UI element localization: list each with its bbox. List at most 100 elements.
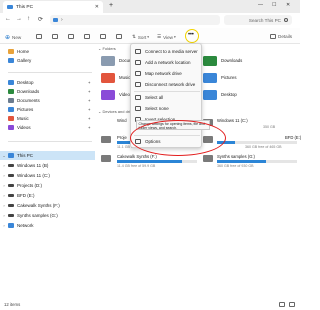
sidebar-item-pictures[interactable]: Pictures ✦ bbox=[0, 105, 95, 114]
network-location-icon bbox=[135, 60, 141, 65]
drive-usage-bar bbox=[117, 160, 197, 163]
details-button[interactable]: Details bbox=[270, 34, 292, 39]
this-pc-icon bbox=[53, 18, 58, 22]
menu-item-select-all[interactable]: Select all bbox=[131, 93, 203, 102]
drive-icon[interactable] bbox=[203, 155, 213, 162]
address-bar[interactable]: › bbox=[50, 15, 220, 25]
chevron-down-icon: ▾ bbox=[147, 35, 150, 39]
drive-label[interactable]: Windows 11 (C:) bbox=[217, 118, 248, 123]
sidebar-item-drive-g[interactable]: › Synths samples (G:) bbox=[0, 211, 95, 220]
drive-free-space: 360 GB free of 930 GB bbox=[217, 164, 254, 168]
drive-label[interactable]: Proje bbox=[117, 135, 127, 140]
menu-item-disconnect-network-drive[interactable]: Disconnect network drive bbox=[131, 80, 203, 89]
chevron-down-icon[interactable]: ⌄ bbox=[0, 153, 8, 158]
details-label: Details bbox=[278, 34, 293, 39]
sidebar-item-desktop[interactable]: Desktop ✦ bbox=[0, 78, 95, 87]
drive-icon bbox=[8, 184, 14, 187]
sidebar-item-label: Downloads bbox=[17, 89, 40, 94]
menu-item-add-network-location[interactable]: Add a network location bbox=[131, 58, 203, 67]
drive-icon[interactable] bbox=[101, 136, 111, 143]
up-button[interactable]: ↑ bbox=[27, 16, 30, 22]
folder-label[interactable]: Downloads bbox=[221, 58, 242, 63]
drive-label[interactable]: Wind bbox=[117, 118, 127, 123]
sidebar-item-drive-d[interactable]: › Projects (D:) bbox=[0, 181, 95, 190]
sidebar-item-network[interactable]: › Network bbox=[0, 221, 95, 230]
sidebar-item-drive-f[interactable]: › Cakewalk Synths (F:) bbox=[0, 201, 95, 210]
this-pc-icon bbox=[8, 153, 14, 158]
drive-icon bbox=[8, 214, 14, 217]
chevron-right-icon[interactable]: › bbox=[0, 173, 8, 178]
copy-icon[interactable] bbox=[52, 34, 58, 39]
minimize-button[interactable]: — bbox=[258, 2, 263, 8]
pin-icon[interactable]: ✦ bbox=[88, 107, 91, 112]
share-icon[interactable] bbox=[100, 34, 106, 39]
pin-icon[interactable]: ✦ bbox=[88, 98, 91, 103]
sidebar-item-this-pc[interactable]: ⌄ This PC bbox=[0, 151, 95, 160]
sort-button[interactable]: ⇅ Sort ▾ bbox=[132, 34, 149, 40]
chevron-right-icon[interactable]: › bbox=[0, 223, 8, 228]
sidebar-item-music[interactable]: Music ✦ bbox=[0, 114, 95, 123]
see-more-button[interactable]: ••• bbox=[188, 32, 194, 38]
pin-icon[interactable]: ✦ bbox=[88, 125, 91, 130]
music-icon bbox=[8, 116, 14, 121]
view-button[interactable]: ☰ View ▾ bbox=[157, 34, 176, 40]
paste-icon[interactable] bbox=[68, 34, 74, 39]
pin-icon[interactable]: ✦ bbox=[88, 116, 91, 121]
pin-icon[interactable]: ✦ bbox=[88, 80, 91, 85]
sort-icon: ⇅ bbox=[132, 34, 136, 39]
folders-group-header[interactable]: ⌄ Folders bbox=[98, 46, 116, 51]
chevron-right-icon[interactable]: › bbox=[0, 203, 8, 208]
chevron-right-icon[interactable]: › bbox=[0, 193, 8, 198]
pin-icon[interactable]: ✦ bbox=[88, 89, 91, 94]
chevron-right-icon[interactable]: › bbox=[0, 213, 8, 218]
tab-title: This PC bbox=[16, 4, 34, 10]
sidebar-item-drive-b[interactable]: › Windows 11 (B) bbox=[0, 161, 95, 170]
search-box[interactable]: Search This PC bbox=[224, 15, 292, 25]
drive-usage-bar bbox=[217, 141, 297, 144]
folder-pictures-icon[interactable] bbox=[203, 73, 217, 83]
sidebar-item-videos[interactable]: Videos ✦ bbox=[0, 123, 95, 132]
folder-videos-icon[interactable] bbox=[101, 90, 115, 100]
close-button[interactable]: ✕ bbox=[286, 2, 290, 8]
folder-desktop-icon[interactable] bbox=[203, 90, 217, 100]
sidebar-item-drive-e[interactable]: › BFD (E:) bbox=[0, 191, 95, 200]
chevron-right-icon[interactable]: › bbox=[0, 163, 8, 168]
download-icon bbox=[8, 89, 14, 94]
sidebar-item-home[interactable]: Home bbox=[0, 47, 95, 56]
sidebar-item-label: BFD (E:) bbox=[17, 193, 35, 198]
menu-item-select-none[interactable]: Select none bbox=[131, 104, 203, 113]
refresh-button[interactable]: ⟳ bbox=[38, 16, 43, 23]
drive-label[interactable]: Cakewalk Synths (F:) bbox=[117, 154, 157, 159]
folder-label[interactable]: Desktop bbox=[221, 92, 237, 97]
new-button[interactable]: ⊕ New bbox=[5, 34, 21, 41]
sidebar-item-gallery[interactable]: Gallery bbox=[0, 56, 95, 65]
forward-button[interactable]: → bbox=[16, 16, 22, 22]
details-view-icon[interactable] bbox=[279, 302, 285, 307]
delete-icon[interactable] bbox=[116, 34, 122, 39]
new-tab-button[interactable]: + bbox=[109, 2, 113, 9]
rename-icon[interactable] bbox=[84, 34, 90, 39]
tab-close-icon[interactable]: ✕ bbox=[95, 4, 99, 10]
menu-item-connect-media-server[interactable]: Connect to a media server bbox=[131, 47, 203, 56]
folder-music-icon[interactable] bbox=[101, 73, 115, 83]
sidebar-item-documents[interactable]: Documents ✦ bbox=[0, 96, 95, 105]
cut-icon[interactable] bbox=[36, 34, 42, 39]
sidebar-item-downloads[interactable]: Downloads ✦ bbox=[0, 87, 95, 96]
maximize-button[interactable]: ☐ bbox=[272, 2, 276, 8]
chevron-right-icon[interactable]: › bbox=[0, 183, 8, 188]
sidebar-item-label: Videos bbox=[17, 125, 31, 130]
tiles-view-icon[interactable] bbox=[289, 302, 295, 307]
sidebar-item-drive-c[interactable]: › Windows 11 (C:) bbox=[0, 171, 95, 180]
drive-label[interactable]: BFD (E:) bbox=[285, 135, 301, 140]
folder-downloads-icon[interactable] bbox=[203, 56, 217, 66]
select-none-icon bbox=[135, 106, 141, 111]
menu-item-map-network-drive[interactable]: Map network drive bbox=[131, 69, 203, 78]
folder-documents-icon[interactable] bbox=[101, 56, 115, 66]
back-button[interactable]: ← bbox=[5, 16, 11, 22]
drive-icon[interactable] bbox=[101, 155, 111, 162]
folder-label[interactable]: Music bbox=[119, 75, 130, 80]
tab-this-pc[interactable]: This PC ✕ bbox=[3, 1, 103, 13]
folder-label[interactable]: Pictures bbox=[221, 75, 237, 80]
breadcrumb-chevron-icon[interactable]: › bbox=[61, 17, 63, 23]
drive-label[interactable]: Synths samples (G:) bbox=[217, 154, 255, 159]
